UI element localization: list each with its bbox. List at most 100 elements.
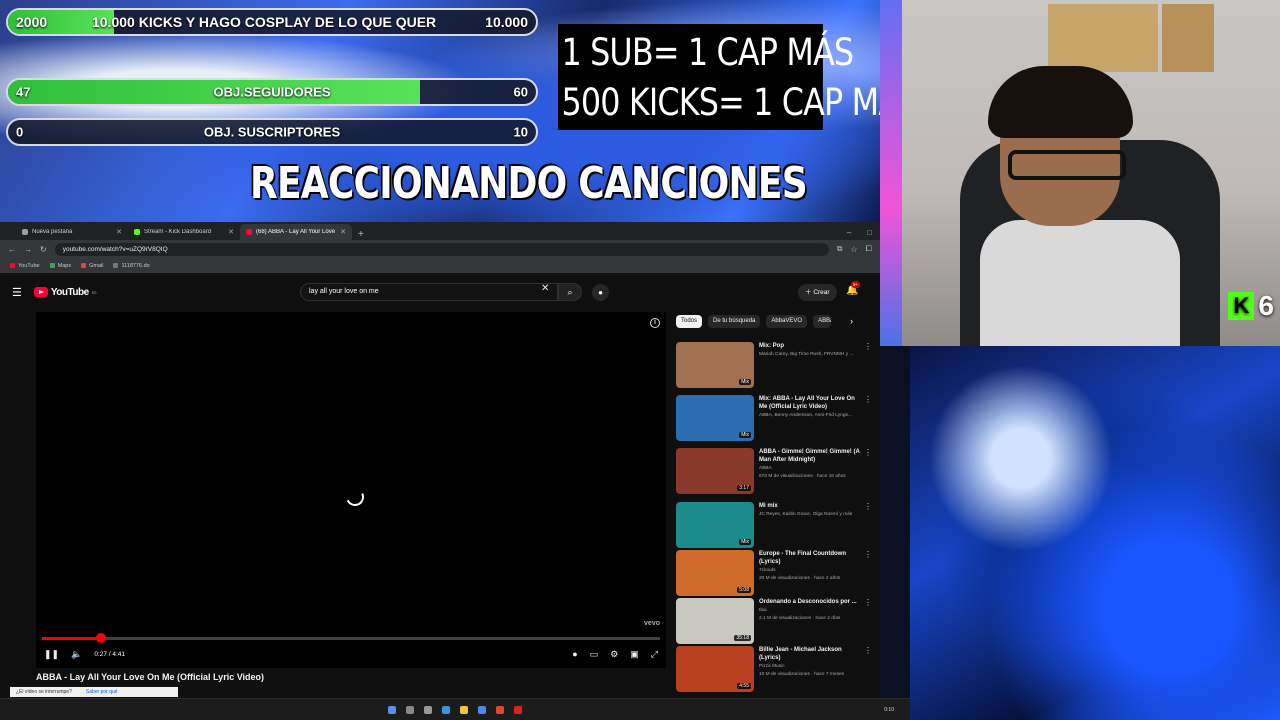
- recommendation-channel: JC Reyes, Kaitlin Grace, Olga Noemí y má…: [759, 512, 853, 517]
- streamer-hair: [988, 66, 1133, 138]
- tab-title: Stream - Kick Dashboard: [144, 229, 212, 235]
- more-options-icon[interactable]: ⋮: [864, 395, 872, 404]
- extensions-icon[interactable]: ⧠: [866, 244, 872, 254]
- recommendation-channel: ABBA, Benny Andersson, Anni-Frid Lyngs..…: [759, 413, 852, 418]
- info-icon[interactable]: i: [650, 318, 660, 328]
- more-options-icon[interactable]: ⋮: [864, 502, 872, 511]
- more-options-icon[interactable]: ⋮: [864, 646, 872, 655]
- progress-bar[interactable]: [42, 633, 660, 643]
- recommendation-item[interactable]: 4:55 Billie Jean - Michael Jackson (Lyric…: [676, 646, 872, 694]
- goal-label: OBJ.SEGUIDORES: [213, 84, 331, 100]
- recommendation-channel: Pizza Music: [759, 664, 785, 669]
- chip-all[interactable]: Todos: [676, 315, 703, 328]
- maximize-icon[interactable]: □: [867, 228, 872, 237]
- more-options-icon[interactable]: ⋮: [864, 598, 872, 607]
- chip-abbavevo[interactable]: AbbaVEVO: [766, 315, 808, 328]
- bookmark-maps[interactable]: Maps: [49, 263, 71, 269]
- bookmark-youtube[interactable]: YouTube: [10, 263, 40, 269]
- kick-counter: K 6: [1228, 290, 1274, 322]
- video-thumbnail[interactable]: Mix: [676, 395, 754, 441]
- chip-from-search[interactable]: De tu búsqueda: [708, 315, 761, 328]
- subtitles-icon[interactable]: ▭: [590, 649, 599, 660]
- file-explorer-icon[interactable]: [460, 705, 468, 714]
- video-thumbnail[interactable]: Mix: [676, 502, 754, 548]
- chevron-right-icon[interactable]: ›: [850, 316, 853, 326]
- volume-icon[interactable]: 🔈: [71, 649, 82, 660]
- reload-icon[interactable]: ↻: [40, 245, 47, 254]
- search-input[interactable]: lay all your love on me: [300, 283, 558, 301]
- close-icon[interactable]: ✕: [116, 228, 122, 236]
- recommendation-title[interactable]: Mi mix: [759, 502, 863, 510]
- video-thumbnail[interactable]: 5:08: [676, 550, 754, 596]
- youtube-logo[interactable]: YouTube ES: [33, 287, 97, 298]
- settings-gear-icon[interactable]: ⚙: [610, 649, 618, 660]
- bookmark-site[interactable]: 1118776.do: [113, 263, 150, 269]
- theater-mode-icon[interactable]: ▣: [630, 649, 639, 660]
- recommendation-item[interactable]: Mix Mix: ABBA - Lay All Your Love On Me (…: [676, 395, 872, 443]
- recommendation-title[interactable]: Mix: ABBA - Lay All Your Love On Me (Off…: [759, 395, 863, 411]
- back-icon[interactable]: ←: [8, 245, 16, 254]
- recommendation-title[interactable]: Ordenando a Desconocidos por ...: [759, 598, 863, 606]
- recommendation-text: Mi mix JC Reyes, Kaitlin Grace, Olga Noem…: [759, 502, 863, 519]
- store-icon[interactable]: [478, 705, 486, 714]
- tab-kick-dashboard[interactable]: Stream - Kick Dashboard ✕: [128, 224, 240, 240]
- autoplay-toggle-icon[interactable]: ●: [572, 649, 577, 659]
- learn-why-link[interactable]: Saber por qué: [86, 689, 118, 695]
- led-strip: [880, 0, 902, 346]
- cast-icon[interactable]: ⧉: [837, 244, 843, 254]
- start-icon[interactable]: [388, 705, 396, 714]
- video-thumbnail[interactable]: 4:55: [676, 646, 754, 692]
- recommendation-item[interactable]: 3:17 ABBA - Gimme! Gimme! Gimme! (A Man A…: [676, 448, 872, 496]
- search-icon[interactable]: [406, 705, 414, 714]
- chip-abba[interactable]: ABBA: [813, 315, 832, 328]
- more-options-icon[interactable]: ⋮: [864, 550, 872, 559]
- recommendation-title[interactable]: Mix: Pop: [759, 342, 863, 350]
- maps-icon: [49, 263, 55, 268]
- video-thumbnail[interactable]: 3:17: [676, 448, 754, 494]
- video-thumbnail[interactable]: Mix: [676, 342, 754, 388]
- recommendation-title[interactable]: Europe - The Final Countdown (Lyrics): [759, 550, 863, 566]
- gmail-icon: [81, 263, 87, 268]
- duration-badge: 5:08: [737, 587, 751, 593]
- create-button[interactable]: ＋ Crear: [798, 284, 837, 301]
- task-view-icon[interactable]: [424, 705, 432, 714]
- chrome-icon[interactable]: [496, 705, 504, 714]
- video-thumbnail[interactable]: 35:18: [676, 598, 754, 644]
- close-icon[interactable]: ✕: [228, 228, 234, 236]
- recommendation-text: Mix: Pop Mariah Carey, Big Time Rush, FRV…: [759, 342, 863, 359]
- recommendation-title[interactable]: Billie Jean - Michael Jackson (Lyrics): [759, 646, 863, 662]
- close-icon[interactable]: ✕: [340, 228, 346, 236]
- recommendation-item[interactable]: 5:08 Europe - The Final Countdown (Lyrics…: [676, 550, 872, 598]
- browser-window: Nueva pestaña ✕ Stream - Kick Dashboard …: [0, 222, 880, 720]
- new-tab-button[interactable]: +: [352, 229, 370, 240]
- taskbar: 0:10: [0, 698, 910, 720]
- tab-new-tab[interactable]: Nueva pestaña ✕: [16, 224, 128, 240]
- recommendation-title[interactable]: ABBA - Gimme! Gimme! Gimme! (A Man After…: [759, 448, 863, 464]
- edge-icon[interactable]: [442, 705, 450, 714]
- obs-icon[interactable]: [514, 705, 522, 714]
- fullscreen-icon[interactable]: ⤢: [651, 649, 658, 660]
- search-button[interactable]: ⌕: [558, 283, 582, 301]
- kick-icon: [134, 229, 140, 235]
- mic-icon[interactable]: ●: [592, 284, 609, 301]
- notifications-bell-icon[interactable]: 🔔 9+: [846, 281, 861, 296]
- duration-badge: Mix: [739, 432, 751, 438]
- hamburger-menu-icon[interactable]: ☰: [12, 286, 22, 299]
- minimize-icon[interactable]: –: [847, 228, 851, 237]
- video-player[interactable]: i vevo ❚❚ 🔈 0:27 / 4:41 ● ▭ ⚙ ▣ ⤢: [36, 312, 666, 668]
- pause-icon[interactable]: ❚❚: [44, 649, 59, 660]
- bookmark-star-icon[interactable]: ☆: [850, 245, 857, 254]
- clear-search-icon[interactable]: ✕: [541, 283, 549, 294]
- scrubber-handle[interactable]: [96, 633, 107, 643]
- recommendation-item[interactable]: Mix Mi mix JC Reyes, Kaitlin Grace, Olga N…: [676, 502, 872, 550]
- more-options-icon[interactable]: ⋮: [864, 448, 872, 457]
- forward-icon[interactable]: →: [24, 245, 32, 254]
- recommendation-item[interactable]: 35:18 Ordenando a Desconocidos por ... Iba…: [676, 598, 872, 646]
- chrome-icon: [22, 229, 28, 235]
- tab-youtube[interactable]: (68) ABBA - Lay All Your Love On ✕: [240, 224, 352, 240]
- recommendation-item[interactable]: Mix Mix: Pop Mariah Carey, Big Time Rush, …: [676, 342, 872, 390]
- url-field[interactable]: youtube.com/watch?v=uZQ9rV8QIQ: [54, 242, 829, 256]
- bookmark-gmail[interactable]: Gmail: [81, 263, 103, 269]
- streamer-shirt: [980, 220, 1180, 346]
- more-options-icon[interactable]: ⋮: [864, 342, 872, 351]
